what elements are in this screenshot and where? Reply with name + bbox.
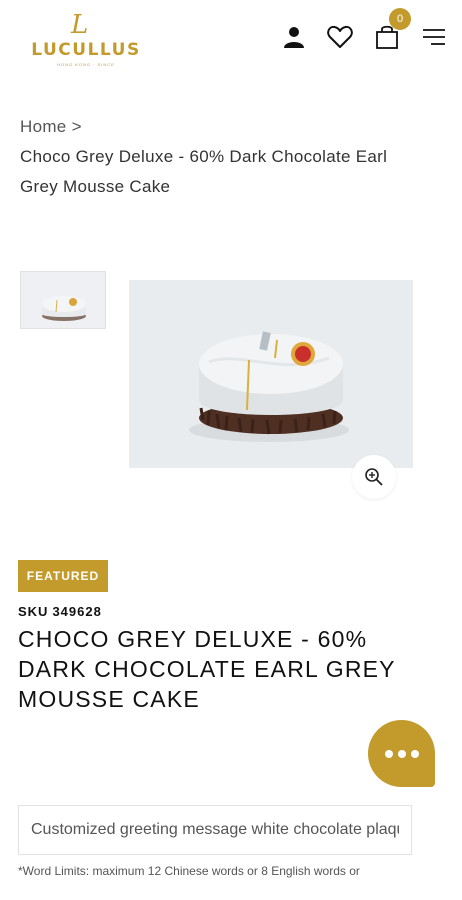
breadcrumb: Home > Choco Grey Deluxe - 60% Dark Choc… [20, 112, 430, 202]
product-title: CHOCO GREY DELUXE - 60% DARK CHOCOLATE E… [18, 626, 396, 712]
featured-badge: FEATURED [18, 560, 108, 592]
hamburger-menu-icon[interactable] [419, 22, 449, 52]
site-header: L LUCULLUS HONG KONG · SINCE 0 [0, 0, 462, 80]
logo-mark: L [71, 10, 89, 40]
sku-label: SKU [18, 604, 49, 619]
gallery-thumbnail[interactable] [20, 271, 106, 329]
logo-subtitle: HONG KONG · SINCE [57, 62, 115, 67]
chat-button[interactable] [368, 720, 435, 787]
breadcrumb-home-link[interactable]: Home > [20, 112, 430, 142]
greeting-message-input[interactable] [18, 805, 412, 855]
word-limit-note: *Word Limits: maximum 12 Chinese words o… [18, 864, 360, 878]
product-main-image[interactable] [129, 280, 413, 468]
chat-dot [397, 749, 406, 758]
chat-dot [384, 749, 393, 758]
lucullus-logo[interactable]: L LUCULLUS HONG KONG · SINCE [26, 12, 146, 72]
zoom-in-button[interactable] [352, 455, 396, 499]
account-icon[interactable] [279, 22, 309, 52]
breadcrumb-current: Choco Grey Deluxe - 60% Dark Chocolate E… [20, 147, 388, 196]
cart-count-badge: 0 [389, 8, 411, 30]
zoom-in-icon [365, 468, 383, 486]
chat-dot [410, 749, 419, 758]
sku-value: 349628 [52, 604, 102, 619]
logo-text: LUCULLUS [31, 40, 141, 60]
wishlist-heart-icon[interactable] [325, 22, 355, 52]
product-sku: SKU 349628 [18, 604, 102, 619]
